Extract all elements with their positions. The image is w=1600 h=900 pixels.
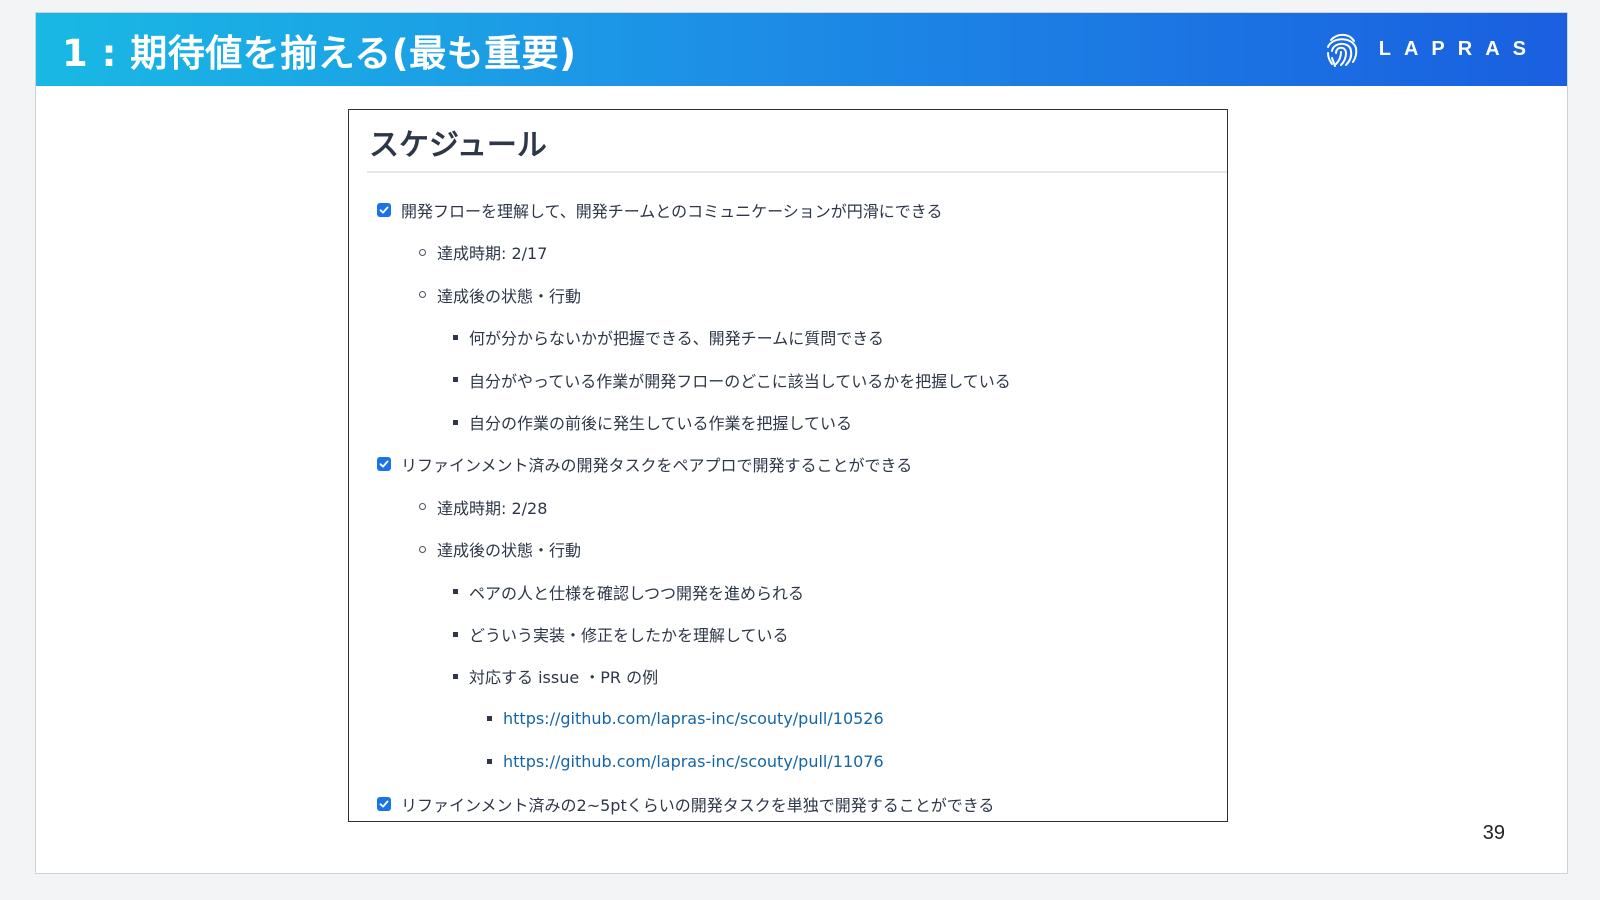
- list-item-text: 達成後の状態・行動: [437, 286, 582, 306]
- bullet-circle-icon: [419, 291, 426, 299]
- list-item: 対応する issue ・PR の例: [453, 663, 658, 689]
- list-item: 達成時期: 2/28: [419, 494, 547, 520]
- bullet-square-icon: [453, 673, 458, 679]
- slide-header: 1 : 期待値を揃える(最も重要) LAPRAS: [36, 13, 1567, 86]
- list-item-text: リファインメント済みの2~5ptくらいの開発タスクを単独で開発することができる: [401, 795, 995, 815]
- list-item-text: 自分がやっている作業が開発フローのどこに該当しているかを把握している: [469, 371, 1011, 391]
- brand-logo: LAPRAS: [1323, 30, 1539, 70]
- bullet-square-icon: [453, 419, 458, 425]
- checkbox-checked-icon[interactable]: [377, 457, 391, 472]
- list-item-text: リファインメント済みの開発タスクをペアプロで開発することができる: [401, 456, 913, 476]
- heading-divider: [367, 171, 1227, 173]
- list-item-text: 開発フローを理解して、開発チームとのコミュニケーションが円滑にできる: [401, 202, 943, 221]
- bullet-square-icon: [453, 377, 458, 383]
- checkbox-checked-icon[interactable]: [377, 203, 391, 217]
- checklist-item: リファインメント済みの2~5ptくらいの開発タスクを単独で開発することができる: [377, 791, 994, 817]
- bullet-circle-icon: [419, 545, 426, 553]
- list-item-text: 対応する issue ・PR の例: [469, 668, 659, 688]
- list-item: 何が分からないかが把握できる、開発チームに質問できる: [453, 324, 884, 350]
- pull-request-link[interactable]: https://github.com/lapras-inc/scouty/pul…: [503, 709, 884, 728]
- panel-heading: スケジュール: [369, 128, 547, 163]
- list-item: どういう実装・修正をしたかを理解している: [453, 621, 789, 647]
- list-item: 自分の作業の前後に発生している作業を把握している: [453, 409, 852, 435]
- schedule-panel: スケジュール 開発フローを理解して、開発チームとのコミュニケーションが円滑にでき…: [348, 109, 1228, 822]
- list-item-text: 何が分からないかが把握できる、開発チームに質問できる: [469, 329, 884, 349]
- list-item-text: 達成後の状態・行動: [437, 541, 582, 561]
- list-item-text: 達成時期: 2/17: [437, 244, 548, 264]
- bullet-square-icon: [453, 589, 458, 595]
- list-item: 達成時期: 2/17: [419, 239, 547, 265]
- list-item: 自分がやっている作業が開発フローのどこに該当しているかを把握している: [453, 367, 1011, 393]
- slide-title: 1 : 期待値を揃える(最も重要): [62, 31, 577, 75]
- list-item-text: 自分の作業の前後に発生している作業を把握している: [469, 414, 853, 433]
- list-item-text: 達成時期: 2/28: [437, 498, 548, 518]
- bullet-square-icon: [487, 758, 492, 764]
- list-item: 達成後の状態・行動: [419, 536, 581, 562]
- pull-request-link[interactable]: https://github.com/lapras-inc/scouty/pul…: [503, 752, 884, 771]
- link-list-item[interactable]: https://github.com/lapras-inc/scouty/pul…: [487, 706, 884, 732]
- list-item-text: ペアの人と仕様を確認しつつ開発を進められる: [469, 583, 805, 603]
- list-item: ペアの人と仕様を確認しつつ開発を進められる: [453, 579, 804, 605]
- link-list-item[interactable]: https://github.com/lapras-inc/scouty/pul…: [487, 748, 884, 774]
- bullet-square-icon: [453, 631, 458, 637]
- slide: 1 : 期待値を揃える(最も重要) LAPRAS スケジュール 開発フローを理解…: [35, 12, 1568, 874]
- bullet-square-icon: [487, 716, 492, 722]
- checkbox-checked-icon[interactable]: [377, 796, 391, 811]
- fingerprint-icon: [1323, 30, 1361, 70]
- bullet-circle-icon: [419, 503, 426, 511]
- list-item: 達成後の状態・行動: [419, 282, 581, 308]
- list-item-text: どういう実装・修正をしたかを理解している: [469, 626, 789, 645]
- bullet-circle-icon: [419, 248, 426, 256]
- page-number: 39: [1482, 822, 1505, 844]
- bullet-square-icon: [453, 334, 458, 340]
- checklist-item: リファインメント済みの開発タスクをペアプロで開発することができる: [377, 451, 912, 477]
- checklist-item: 開発フローを理解して、開発チームとのコミュニケーションが円滑にできる: [377, 197, 942, 223]
- brand-name: LAPRAS: [1378, 38, 1539, 60]
